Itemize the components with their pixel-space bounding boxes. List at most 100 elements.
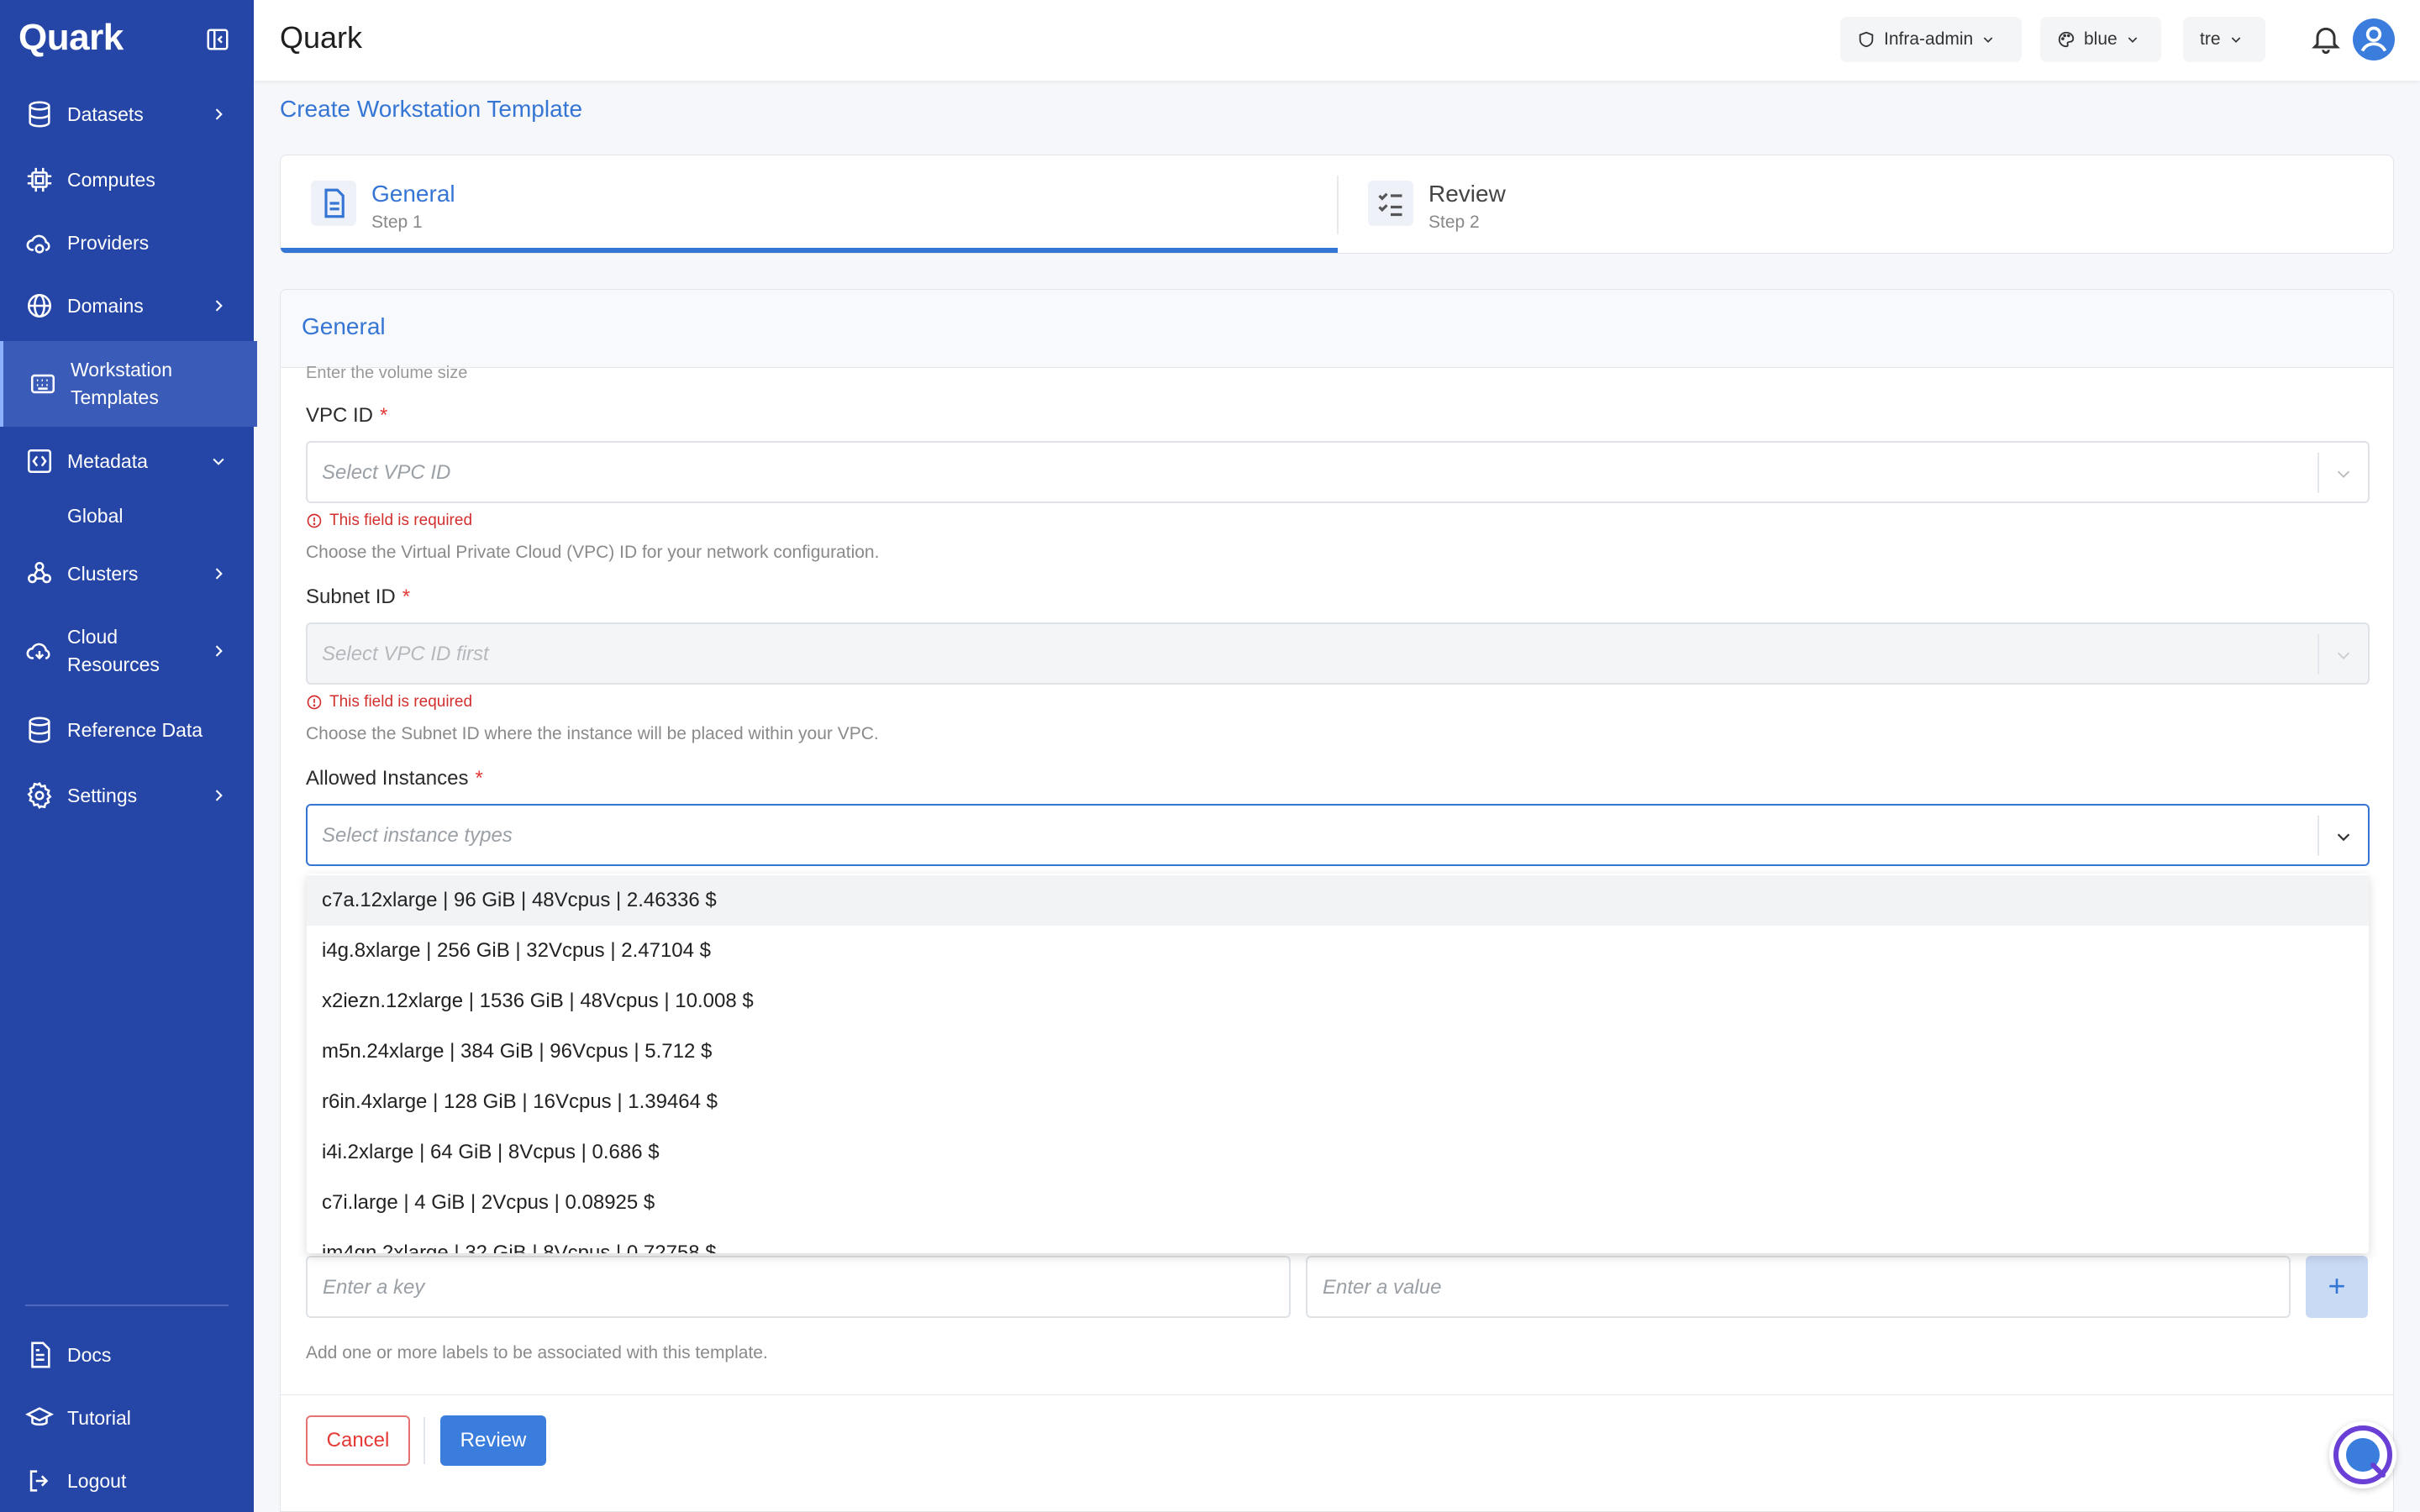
step-review[interactable]: Review Step 2	[1338, 155, 2393, 253]
app-logo[interactable]: Quark	[18, 17, 124, 59]
cloud-icon	[26, 643, 50, 660]
theme-label: blue	[2084, 29, 2118, 49]
select-separator	[2317, 634, 2319, 675]
user-icon	[2360, 26, 2387, 52]
sidebar-item-label: Workstation Templates	[71, 359, 173, 408]
dropdown-option[interactable]: i4i.2xlarge | 64 GiB | 8Vcpus | 0.686 $	[307, 1127, 2369, 1178]
sidebar-item-settings[interactable]: Settings	[0, 780, 254, 811]
sidebar-item-clusters[interactable]: Clusters	[0, 559, 254, 589]
dropdown-option[interactable]: r6in.4xlarge | 128 GiB | 16Vcpus | 1.394…	[307, 1077, 2369, 1127]
label-key-input[interactable]: Enter a key	[306, 1256, 1291, 1318]
select-separator	[2317, 453, 2319, 493]
sidebar-item-label: Providers	[67, 231, 150, 254]
logout-icon	[29, 1470, 49, 1492]
select-separator	[2317, 816, 2319, 856]
step-general[interactable]: General Step 1	[281, 155, 1338, 253]
dropdown-option[interactable]: i4g.8xlarge | 256 GiB | 32Vcpus | 2.4710…	[307, 926, 2369, 976]
sidebar-item-label: Reference Data	[67, 718, 203, 741]
sidebar-item-workstation-templates[interactable]: Workstation Templates	[0, 341, 257, 427]
volume-helper: Enter the volume size	[306, 364, 468, 382]
sidebar-item-label: Logout	[67, 1469, 127, 1492]
sidebar-item-cloud-resources[interactable]: Cloud Resources	[0, 622, 254, 680]
chevron-down-icon	[1983, 37, 1993, 43]
sidebar-item-metadata[interactable]: Metadata	[0, 446, 254, 476]
sidebar-item-label: Docs	[67, 1343, 112, 1366]
shield-icon	[1859, 31, 1874, 48]
sidebar-divider	[25, 1305, 229, 1306]
checklist-icon	[1378, 192, 1402, 217]
sidebar-item-docs[interactable]: Docs	[0, 1340, 254, 1370]
dropdown-option[interactable]: im4gn.2xlarge | 32 GiB | 8Vcpus | 0.7275…	[307, 1228, 2369, 1253]
chevron-right-icon	[215, 645, 223, 657]
sidebar-item-datasets[interactable]: Datasets	[0, 99, 254, 129]
step-subtitle: Step 1	[371, 213, 423, 232]
error-icon	[307, 695, 322, 710]
sidebar-item-logout[interactable]: Logout	[0, 1466, 254, 1496]
sidebar-item-label: Computes	[67, 168, 155, 191]
vpc-select[interactable]: Select VPC ID	[306, 441, 2370, 503]
cloud-provider-icon	[26, 234, 50, 254]
step-title: Review	[1428, 181, 1506, 207]
top-header: Quark Infra-admin blue tre	[254, 0, 2420, 81]
vpc-helper: Choose the Virtual Private Cloud (VPC) I…	[306, 543, 880, 562]
sidebar-subitem-global[interactable]: Global	[0, 501, 254, 531]
step-icon	[1368, 181, 1413, 226]
workstation-icon	[30, 374, 55, 394]
instances-dropdown: c7a.12xlarge | 96 GiB | 48Vcpus | 2.4633…	[307, 874, 2369, 1253]
avatar[interactable]	[2353, 18, 2395, 60]
vpc-placeholder: Select VPC ID	[322, 461, 451, 484]
label-value-input[interactable]: Enter a value	[1306, 1256, 2291, 1318]
step-progress-bar	[281, 248, 1338, 253]
button-separator	[424, 1417, 425, 1464]
globe-icon	[27, 293, 52, 318]
dropdown-option[interactable]: m5n.24xlarge | 384 GiB | 96Vcpus | 5.712…	[307, 1026, 2369, 1077]
assistant-icon	[2333, 1425, 2392, 1484]
help-assistant-button[interactable]	[2329, 1421, 2396, 1488]
sidebar-item-label: Clusters	[67, 562, 139, 585]
sidebar: Quark Datasets Computes Providers Domain…	[0, 0, 257, 1512]
sidebar-item-providers[interactable]: Providers	[0, 228, 254, 258]
stepper: General Step 1 Review Step 2	[280, 155, 2394, 254]
role-selector[interactable]: Infra-admin	[1840, 17, 2022, 62]
error-icon	[307, 513, 322, 528]
dropdown-option[interactable]: c7a.12xlarge | 96 GiB | 48Vcpus | 2.4633…	[307, 875, 2369, 926]
subnet-helper: Choose the Subnet ID where the instance …	[306, 724, 879, 743]
step-icon	[311, 181, 356, 226]
chevron-right-icon	[215, 568, 223, 580]
gear-icon	[27, 782, 52, 809]
sidebar-item-tutorial[interactable]: Tutorial	[0, 1403, 254, 1433]
sidebar-item-domains[interactable]: Domains	[0, 291, 254, 321]
vpc-label: VPC ID *	[306, 404, 388, 427]
chevron-down-icon	[2128, 37, 2137, 43]
chip-icon	[27, 167, 52, 192]
theme-selector[interactable]: blue	[2040, 17, 2161, 62]
add-label-button[interactable]: +	[2306, 1256, 2368, 1318]
step-subtitle: Step 2	[1428, 213, 1480, 232]
chevron-down-icon	[213, 458, 224, 465]
document-icon	[31, 1341, 50, 1368]
collapse-sidebar-icon[interactable]	[205, 27, 230, 52]
vpc-error: This field is required	[306, 512, 472, 530]
instances-select[interactable]: Select instance types	[306, 804, 2370, 866]
sidebar-item-computes[interactable]: Computes	[0, 165, 254, 195]
chevron-down-icon[interactable]	[2334, 827, 2353, 846]
cancel-button[interactable]: Cancel	[306, 1415, 410, 1466]
instances-label: Allowed Instances *	[306, 767, 483, 790]
sidebar-item-label: Cloud Resources	[67, 626, 160, 675]
chevron-right-icon	[215, 790, 223, 801]
sidebar-item-label: Settings	[67, 784, 138, 806]
review-button[interactable]: Review	[440, 1415, 546, 1466]
dropdown-option[interactable]: x2iezn.12xlarge | 1536 GiB | 48Vcpus | 1…	[307, 976, 2369, 1026]
graduation-cap-icon	[25, 1407, 54, 1426]
bell-icon[interactable]	[2309, 22, 2343, 55]
value-placeholder: Enter a value	[1323, 1276, 1442, 1299]
user-menu[interactable]: tre	[2183, 17, 2265, 62]
footer-divider	[281, 1394, 2393, 1395]
dropdown-option[interactable]: c7i.large | 4 GiB | 2Vcpus | 0.08925 $	[307, 1178, 2369, 1228]
sidebar-item-reference-data[interactable]: Reference Data	[0, 715, 254, 745]
app-title: Quark	[280, 20, 363, 55]
sidebar-item-label: Metadata	[67, 449, 148, 472]
key-placeholder: Enter a key	[323, 1276, 425, 1299]
card-header: General	[281, 290, 2393, 368]
chevron-right-icon	[215, 108, 223, 120]
